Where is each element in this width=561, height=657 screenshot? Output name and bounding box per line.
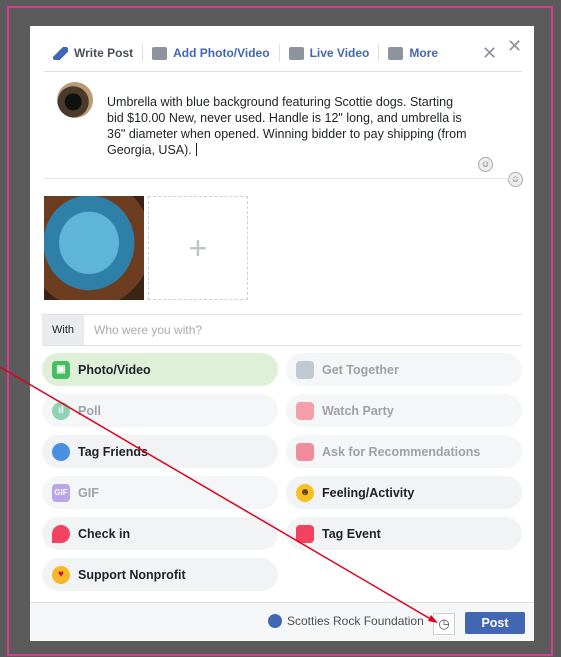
- option-feeling-activity[interactable]: ☻ Feeling/Activity: [286, 476, 522, 509]
- option-label: Poll: [78, 403, 101, 418]
- emoji-icon[interactable]: ☺: [478, 157, 493, 172]
- tab-label: Add Photo/Video: [173, 46, 270, 60]
- page-selector[interactable]: Scotties Rock Foundation: [268, 614, 424, 628]
- option-get-together[interactable]: Get Together: [286, 353, 522, 386]
- emoji-icon[interactable]: ☺: [508, 172, 523, 187]
- option-watch-party[interactable]: Watch Party: [286, 394, 522, 427]
- heart-icon: ♥: [52, 565, 70, 584]
- get-together-icon: [296, 360, 314, 379]
- feeling-icon: ☻: [296, 483, 314, 502]
- with-label: With: [42, 315, 84, 345]
- pencil-icon: [53, 46, 68, 60]
- recommendations-icon: [296, 442, 314, 461]
- add-photo-button[interactable]: +: [148, 196, 248, 300]
- option-label: Tag Event: [322, 526, 381, 541]
- option-label: Get Together: [322, 362, 399, 377]
- video-icon: [288, 46, 304, 60]
- post-button[interactable]: Post: [465, 612, 525, 634]
- location-pin-icon: [52, 524, 70, 543]
- option-ask-for-recommendations[interactable]: Ask for Recommendations: [286, 435, 522, 468]
- option-label: Feeling/Activity: [322, 485, 415, 500]
- option-label: Check in: [78, 526, 131, 541]
- composer-tabs: Write Post Add Photo/Video Live Video Mo…: [44, 35, 522, 72]
- option-poll[interactable]: ıl Poll: [42, 394, 278, 427]
- clock-icon[interactable]: ◷: [433, 613, 455, 635]
- watch-party-icon: [296, 401, 314, 420]
- photo-icon: ▣: [52, 360, 70, 379]
- close-icon[interactable]: ✕: [507, 37, 522, 55]
- post-text-content: Umbrella with blue background featuring …: [107, 95, 467, 157]
- option-support-nonprofit[interactable]: ♥ Support Nonprofit: [42, 558, 278, 591]
- gif-icon: GIF: [52, 483, 70, 502]
- tab-label: Live Video: [309, 46, 370, 60]
- composer-footer: Scotties Rock Foundation ◷ Post: [30, 602, 534, 641]
- poll-icon: ıl: [52, 401, 70, 420]
- tab-more[interactable]: More: [379, 44, 447, 62]
- tab-write-post[interactable]: Write Post: [44, 44, 144, 62]
- with-input[interactable]: Who were you with?: [94, 323, 202, 337]
- option-label: GIF: [78, 485, 99, 500]
- with-field: With Who were you with?: [42, 314, 522, 346]
- option-label: Photo/Video: [78, 362, 151, 377]
- tab-add-photo-video[interactable]: Add Photo/Video: [143, 44, 280, 62]
- more-icon: [388, 46, 404, 60]
- option-label: Ask for Recommendations: [322, 444, 481, 459]
- photo-icon: [152, 46, 168, 60]
- option-check-in[interactable]: Check in: [42, 517, 278, 550]
- attached-photo[interactable]: [44, 196, 144, 300]
- avatar: [57, 82, 93, 118]
- page-name: Scotties Rock Foundation: [287, 614, 424, 628]
- tab-label: More: [409, 46, 439, 60]
- close-icon[interactable]: ✕: [482, 44, 497, 62]
- option-label: Tag Friends: [78, 444, 148, 459]
- option-tag-friends[interactable]: Tag Friends: [42, 435, 278, 468]
- divider: [44, 178, 522, 179]
- text-cursor: [195, 143, 197, 156]
- calendar-icon: [296, 524, 314, 543]
- tab-live-video[interactable]: Live Video: [280, 44, 380, 62]
- composer-dialog: Write Post Add Photo/Video Live Video Mo…: [30, 26, 534, 641]
- tab-label: Write Post: [74, 46, 134, 60]
- post-text[interactable]: Umbrella with blue background featuring …: [107, 94, 467, 158]
- page-icon: [268, 614, 282, 628]
- tag-friends-icon: [52, 442, 70, 461]
- option-label: Watch Party: [322, 403, 394, 418]
- option-tag-event[interactable]: Tag Event: [286, 517, 522, 550]
- option-photo-video[interactable]: ▣ Photo/Video: [42, 353, 278, 386]
- composer-body[interactable]: Umbrella with blue background featuring …: [44, 72, 522, 182]
- option-gif[interactable]: GIF GIF: [42, 476, 278, 509]
- option-label: Support Nonprofit: [78, 567, 186, 582]
